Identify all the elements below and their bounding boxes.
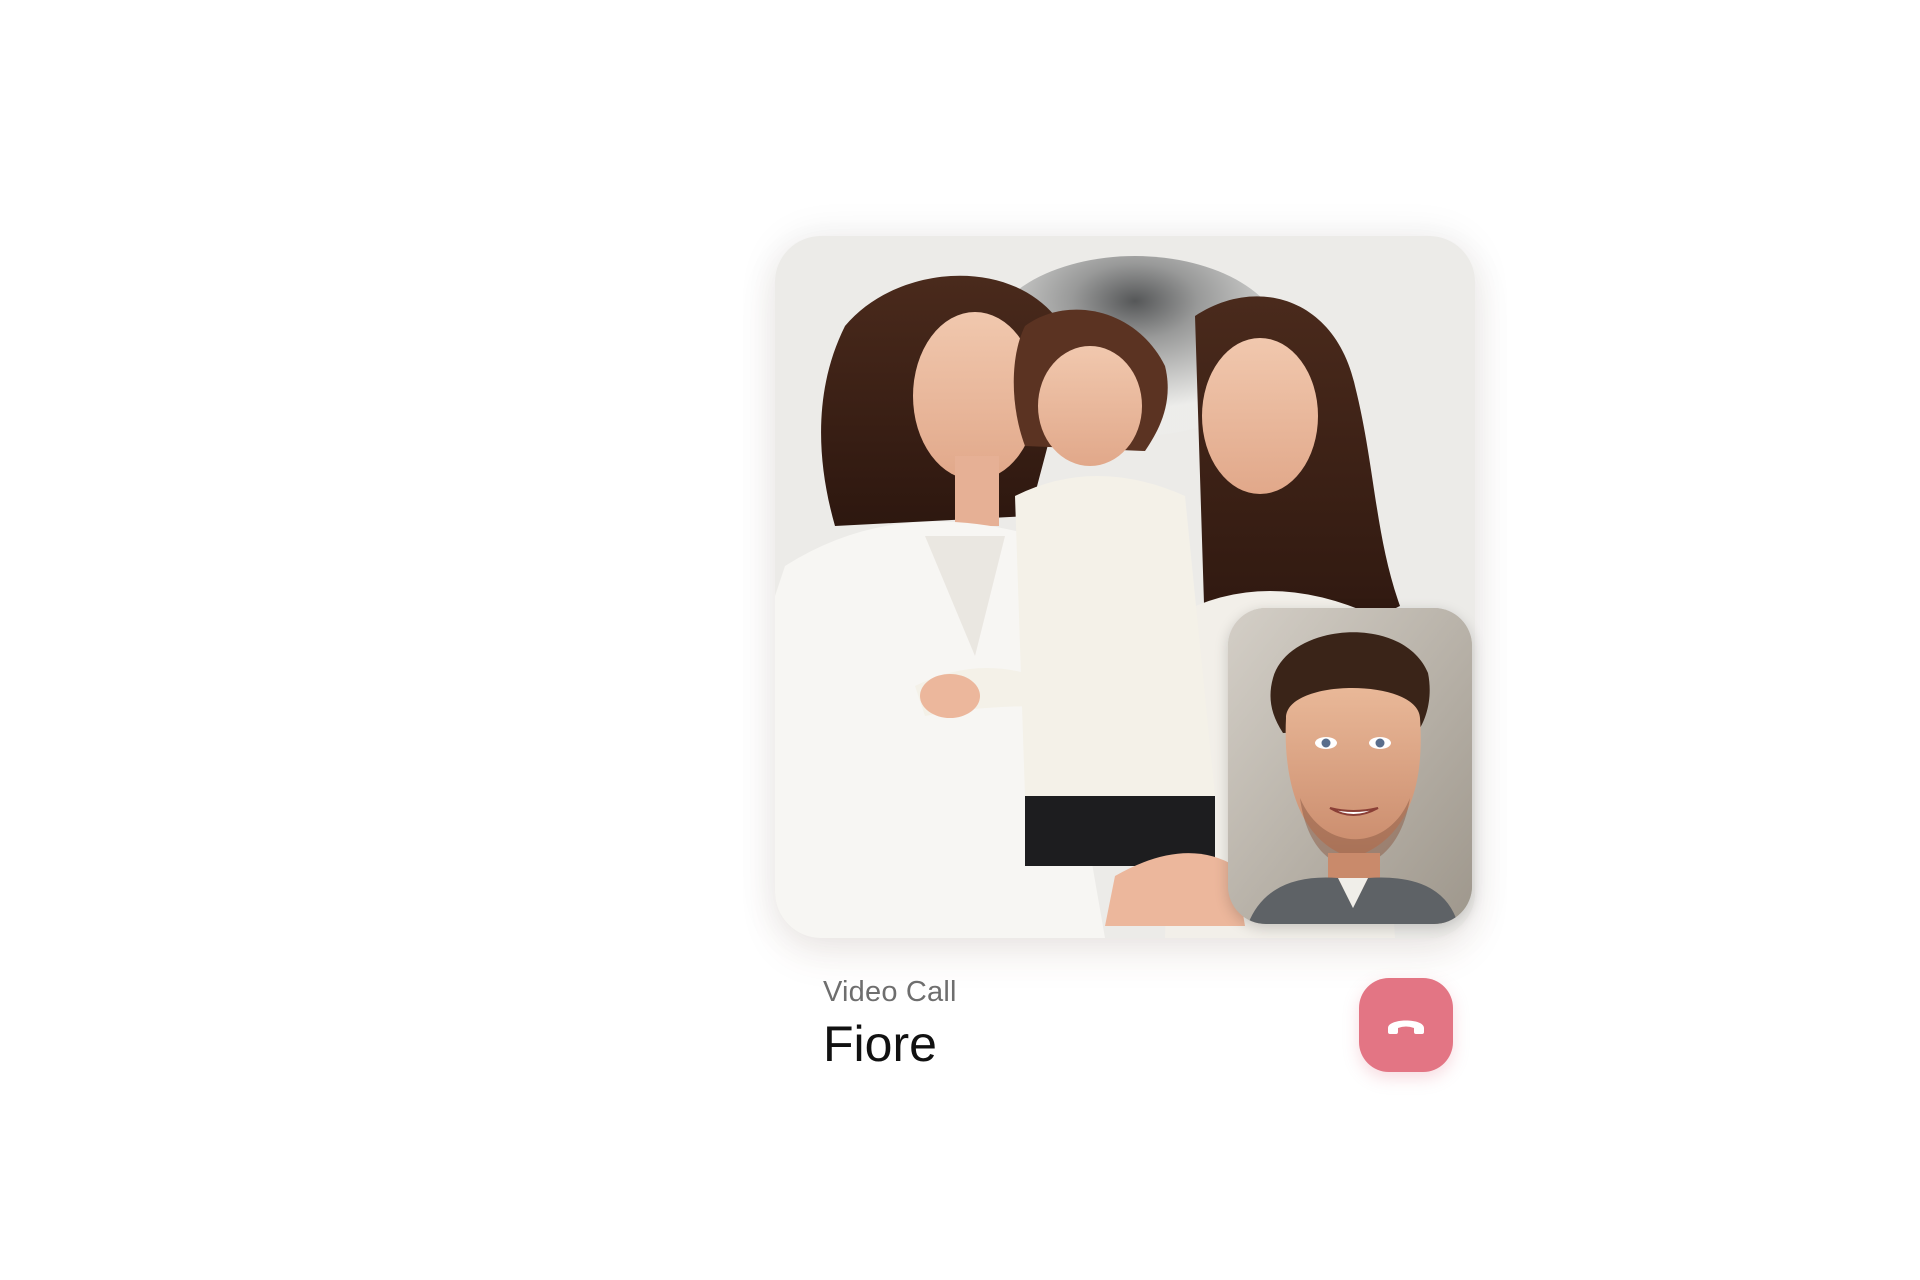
- phone-hangup-icon: [1388, 1020, 1424, 1034]
- contact-name: Fiore: [823, 1016, 937, 1072]
- self-video-image: [1228, 608, 1472, 924]
- video-call-screen: Video Call Fiore: [0, 0, 1920, 1280]
- call-type-label: Video Call: [823, 976, 957, 1008]
- self-video-preview[interactable]: [1228, 608, 1472, 924]
- end-call-button[interactable]: [1359, 978, 1453, 1072]
